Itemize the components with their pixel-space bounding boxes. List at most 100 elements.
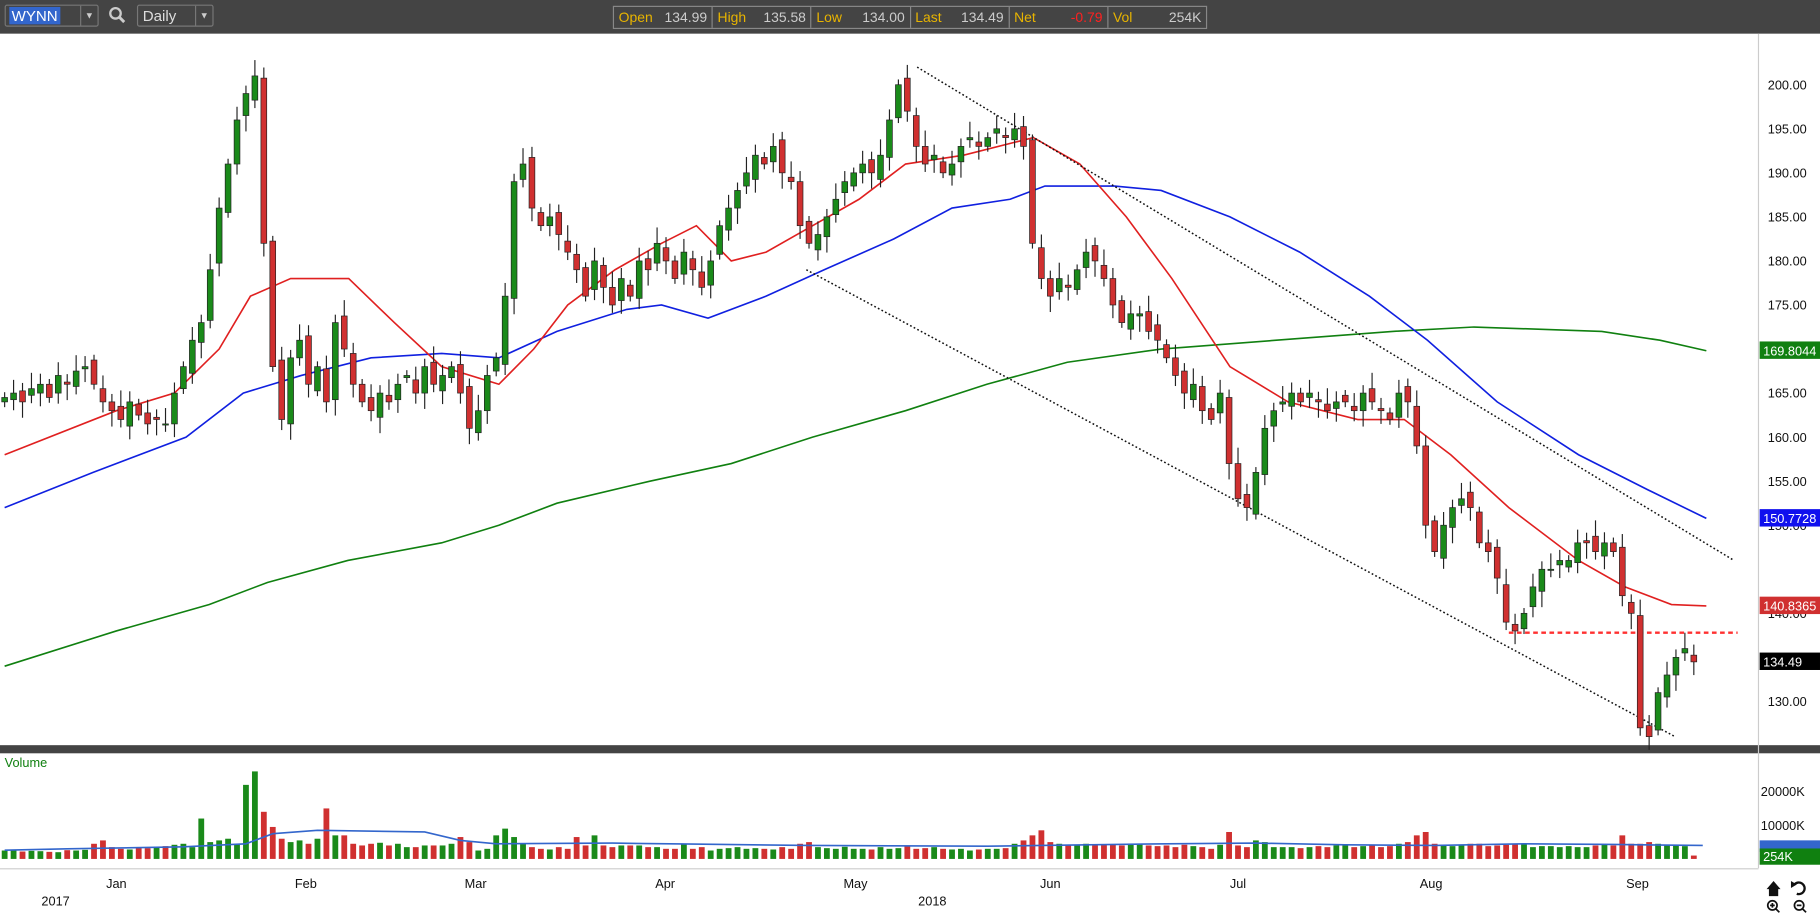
- candle-body: [81, 366, 89, 370]
- volume-bar: [564, 848, 571, 859]
- candle-body: [1207, 408, 1215, 420]
- volume-bar: [1270, 847, 1277, 859]
- volume-bar: [1467, 843, 1474, 859]
- candle-body: [591, 260, 598, 290]
- volume-bar: [672, 848, 678, 859]
- volume-bar: [19, 851, 26, 859]
- candle-body: [1109, 278, 1117, 306]
- candle-body: [1538, 568, 1546, 592]
- ma-mid-line: [4, 185, 1707, 520]
- volume-tick-label: 10000K: [1761, 818, 1805, 833]
- volume-bar: [1145, 845, 1152, 859]
- candle-body: [28, 388, 35, 396]
- x-year-label: 2018: [918, 893, 946, 908]
- volume-bar: [823, 848, 830, 859]
- candle-body: [1619, 546, 1626, 597]
- volume-bar: [475, 850, 482, 859]
- volume-bar: [940, 848, 946, 859]
- volume-bar: [1288, 847, 1295, 859]
- candle-body: [1431, 520, 1438, 552]
- volume-bar: [1217, 844, 1224, 859]
- candle-body: [1002, 135, 1009, 138]
- volume-bar: [1244, 847, 1250, 859]
- candle-body: [1690, 654, 1698, 663]
- volume-bar: [10, 850, 17, 859]
- volume-bar: [386, 845, 392, 859]
- y-tick-label: 155.00: [1768, 474, 1807, 489]
- volume-bar: [37, 851, 44, 859]
- volume-bar: [394, 843, 401, 859]
- volume-bar: [1413, 835, 1420, 859]
- candle-body: [966, 137, 974, 141]
- candle-body: [1404, 386, 1412, 403]
- volume-bar: [1333, 845, 1340, 859]
- volume-bar: [1673, 845, 1679, 859]
- volume-bar: [493, 835, 500, 859]
- candle-body: [823, 216, 831, 238]
- zoom-in-icon[interactable]: [1766, 899, 1780, 913]
- candle-body: [1056, 278, 1063, 293]
- volume-bar: [144, 848, 151, 859]
- candle-body: [296, 339, 303, 359]
- candle-body: [948, 163, 956, 176]
- volume-bar: [1351, 847, 1358, 859]
- x-month-label: Apr: [655, 876, 676, 891]
- volume-bar: [1092, 845, 1098, 859]
- candle-body: [72, 370, 80, 387]
- volume-bar: [1476, 843, 1483, 859]
- x-month-label: May: [843, 876, 868, 891]
- candle-body: [1636, 615, 1644, 729]
- volume-bar: [1601, 844, 1608, 859]
- candle-body: [1234, 463, 1242, 500]
- volume-bar: [1583, 847, 1590, 859]
- candle-body: [1342, 394, 1349, 403]
- volume-bar: [234, 843, 240, 859]
- candle-body: [46, 383, 53, 398]
- volume-bar: [1118, 845, 1125, 859]
- candle-body: [1493, 546, 1501, 579]
- volume-bar: [966, 850, 973, 859]
- candle-body: [1306, 392, 1313, 398]
- volume-bar: [466, 842, 473, 859]
- candle-body: [1350, 405, 1358, 412]
- volume-bar: [1306, 847, 1313, 859]
- volume-bar: [931, 847, 938, 859]
- candle-body: [1395, 392, 1403, 418]
- volume-bar: [877, 847, 884, 859]
- candle-body: [975, 141, 983, 147]
- volume-bar: [1199, 847, 1206, 859]
- candle-body: [1315, 399, 1322, 403]
- candle-body: [1592, 535, 1599, 552]
- candle-body: [1216, 392, 1224, 414]
- candle-body: [707, 260, 714, 286]
- candle-body: [519, 163, 527, 180]
- candle-body: [367, 397, 375, 412]
- x-month-label: Feb: [295, 876, 317, 891]
- price-chart[interactable]: 200.00 195.00 190.00 185.00 180.00 175.00 165.…: [0, 0, 1820, 917]
- volume-bar: [841, 846, 848, 859]
- candle-body: [287, 357, 294, 425]
- volume-bar: [1038, 830, 1045, 859]
- candle-body: [1038, 247, 1045, 279]
- home-icon[interactable]: [1766, 880, 1781, 897]
- volume-bar: [1109, 844, 1116, 859]
- candle-body: [180, 366, 187, 390]
- volume-bar: [1574, 847, 1581, 859]
- candle-body: [725, 207, 732, 231]
- y-tick-label: 200.00: [1768, 77, 1807, 92]
- volume-bar: [770, 849, 777, 859]
- volume-bar: [278, 838, 285, 859]
- candle-body: [162, 423, 169, 426]
- candle-body: [1136, 313, 1143, 317]
- candle-body: [895, 84, 902, 119]
- volume-bar: [1610, 845, 1617, 859]
- candle-body: [814, 234, 822, 251]
- volume-bar: [904, 846, 911, 859]
- y-tick-label: 175.00: [1768, 298, 1807, 313]
- pane-divider: [0, 745, 1820, 754]
- zoom-out-icon[interactable]: [1793, 899, 1807, 913]
- volume-bar: [162, 846, 169, 859]
- volume-bar: [359, 845, 366, 859]
- volume-bar: [725, 848, 732, 859]
- volume-bar: [1521, 843, 1527, 859]
